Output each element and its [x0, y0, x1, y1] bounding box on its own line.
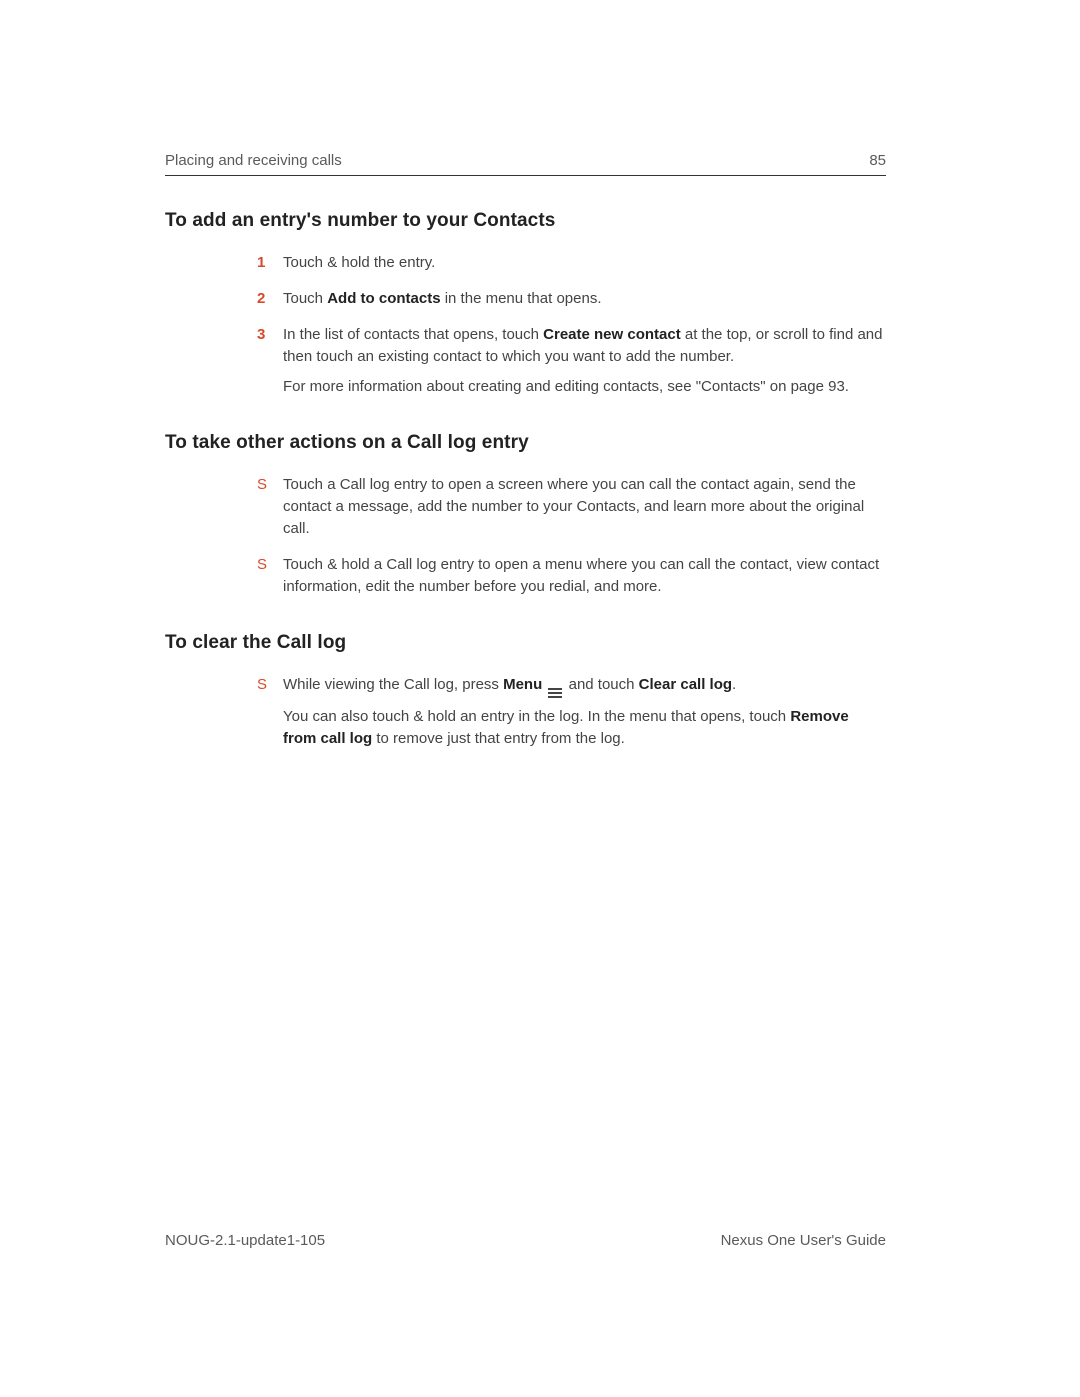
- section: To add an entry's number to your Contact…: [165, 210, 886, 398]
- list-item: STouch & hold a Call log entry to open a…: [257, 554, 886, 598]
- page-number: 85: [869, 152, 886, 169]
- step-number: 1: [257, 252, 283, 274]
- item-body: While viewing the Call log, press Menu a…: [283, 674, 886, 750]
- page-footer: NOUG-2.1-update1-105 Nexus One User's Gu…: [165, 1232, 886, 1249]
- list-item: 3In the list of contacts that opens, tou…: [257, 324, 886, 398]
- section-title: To clear the Call log: [165, 632, 886, 654]
- bullet-marker: S: [257, 554, 283, 576]
- bold-text: Add to contacts: [327, 290, 440, 307]
- step-number: 2: [257, 288, 283, 310]
- page-content: Placing and receiving calls 85 To add an…: [165, 152, 886, 784]
- item-list: STouch a Call log entry to open a screen…: [257, 474, 886, 598]
- item-body: Touch & hold the entry.: [283, 252, 435, 274]
- bullet-marker: S: [257, 674, 283, 696]
- item-list: SWhile viewing the Call log, press Menu …: [257, 674, 886, 750]
- paragraph: Touch Add to contacts in the menu that o…: [283, 288, 602, 310]
- footer-right: Nexus One User's Guide: [721, 1232, 886, 1249]
- footer-left: NOUG-2.1-update1-105: [165, 1232, 325, 1249]
- list-item: STouch a Call log entry to open a screen…: [257, 474, 886, 540]
- item-list: 1Touch & hold the entry.2Touch Add to co…: [257, 252, 886, 398]
- paragraph: While viewing the Call log, press Menu a…: [283, 674, 886, 698]
- running-header: Placing and receiving calls 85: [165, 152, 886, 176]
- list-item: 1Touch & hold the entry.: [257, 252, 886, 274]
- paragraph: You can also touch & hold an entry in th…: [283, 706, 886, 750]
- bold-text: Create new contact: [543, 326, 681, 343]
- section: To take other actions on a Call log entr…: [165, 432, 886, 598]
- step-number: 3: [257, 324, 283, 346]
- list-item: 2Touch Add to contacts in the menu that …: [257, 288, 886, 310]
- paragraph: Touch & hold the entry.: [283, 252, 435, 274]
- paragraph: In the list of contacts that opens, touc…: [283, 324, 886, 368]
- menu-icon: [548, 688, 562, 698]
- item-body: In the list of contacts that opens, touc…: [283, 324, 886, 398]
- paragraph: For more information about creating and …: [283, 376, 886, 398]
- paragraph: Touch a Call log entry to open a screen …: [283, 474, 886, 540]
- section: To clear the Call log SWhile viewing the …: [165, 632, 886, 750]
- bold-text: Clear call log: [639, 676, 732, 693]
- item-body: Touch a Call log entry to open a screen …: [283, 474, 886, 540]
- bold-text: Remove from call log: [283, 708, 849, 747]
- section-title: To take other actions on a Call log entr…: [165, 432, 886, 454]
- item-body: Touch Add to contacts in the menu that o…: [283, 288, 602, 310]
- item-body: Touch & hold a Call log entry to open a …: [283, 554, 886, 598]
- list-item: SWhile viewing the Call log, press Menu …: [257, 674, 886, 750]
- section-title: To add an entry's number to your Contact…: [165, 210, 886, 232]
- paragraph: Touch & hold a Call log entry to open a …: [283, 554, 886, 598]
- bullet-marker: S: [257, 474, 283, 496]
- running-header-title: Placing and receiving calls: [165, 152, 342, 169]
- bold-text: Menu: [503, 676, 542, 693]
